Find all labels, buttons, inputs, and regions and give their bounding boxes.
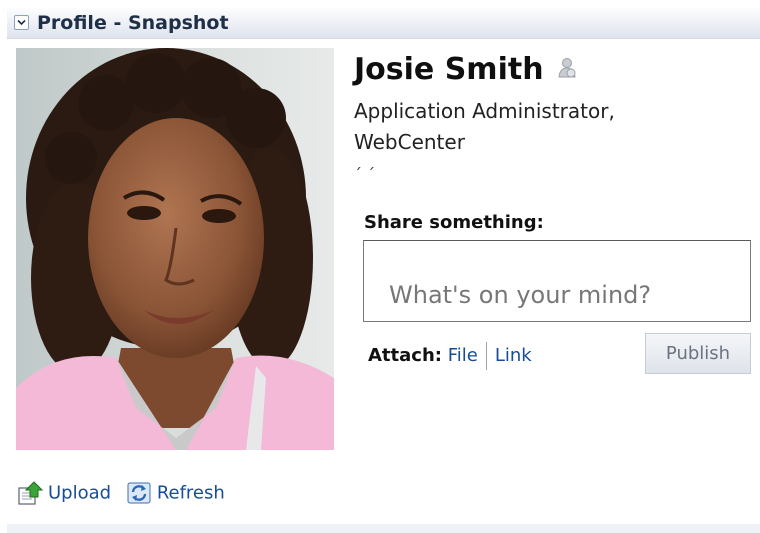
profile-photo [16,48,334,450]
upload-label: Upload [48,482,112,504]
attach-file-link[interactable]: File [448,345,478,366]
share-input[interactable] [363,240,751,322]
publish-button[interactable]: Publish [645,333,751,374]
panel-footer [7,524,760,533]
share-label: Share something: [364,212,544,233]
chevron-down-icon[interactable] [14,15,29,30]
refresh-icon [127,482,151,504]
upload-button[interactable]: Upload [16,480,111,506]
divider [485,342,487,370]
profile-name: Josie Smith [354,52,544,87]
panel-title: Profile - Snapshot [37,12,229,34]
presence-status-icon [557,57,577,83]
name-row: Josie Smith [354,52,577,87]
profile-status: ´ ´ [354,165,376,184]
profile-toolbar: Upload Refresh [16,480,233,506]
profile-job-title: Application Administrator, WebCenter [354,99,615,154]
attach-row: Attach: File Link [368,342,532,370]
upload-icon [18,481,44,505]
refresh-button[interactable]: Refresh [125,480,225,506]
refresh-label: Refresh [156,482,225,504]
attach-label: Attach: [368,345,442,366]
attach-link-link[interactable]: Link [495,345,532,366]
panel-header: Profile - Snapshot [7,8,760,39]
